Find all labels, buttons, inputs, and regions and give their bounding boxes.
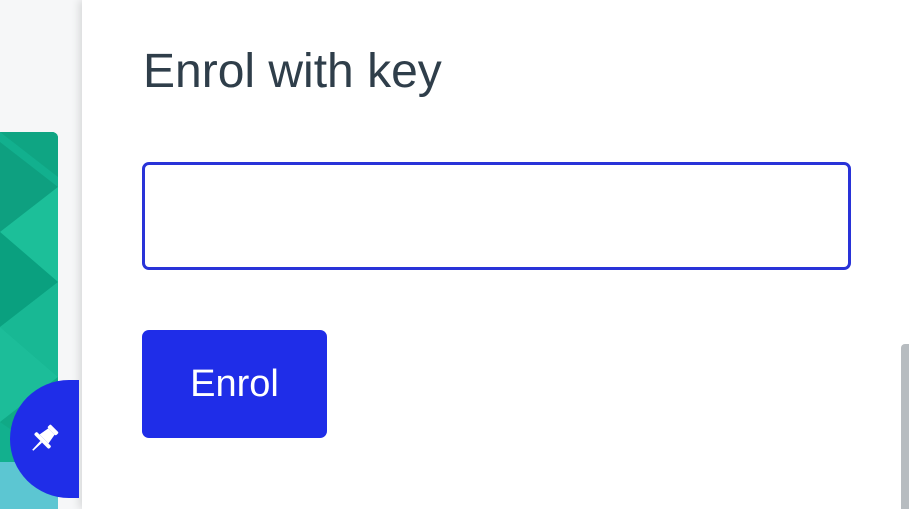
page: Enrol with key Enrol [0, 0, 909, 509]
page-title: Enrol with key [143, 45, 442, 98]
enrolment-key-input[interactable] [142, 162, 851, 270]
scrollbar-thumb[interactable] [901, 344, 909, 509]
pin-icon [24, 419, 64, 459]
enrol-button[interactable]: Enrol [142, 330, 327, 438]
enrol-card: Enrol with key Enrol [82, 0, 909, 509]
